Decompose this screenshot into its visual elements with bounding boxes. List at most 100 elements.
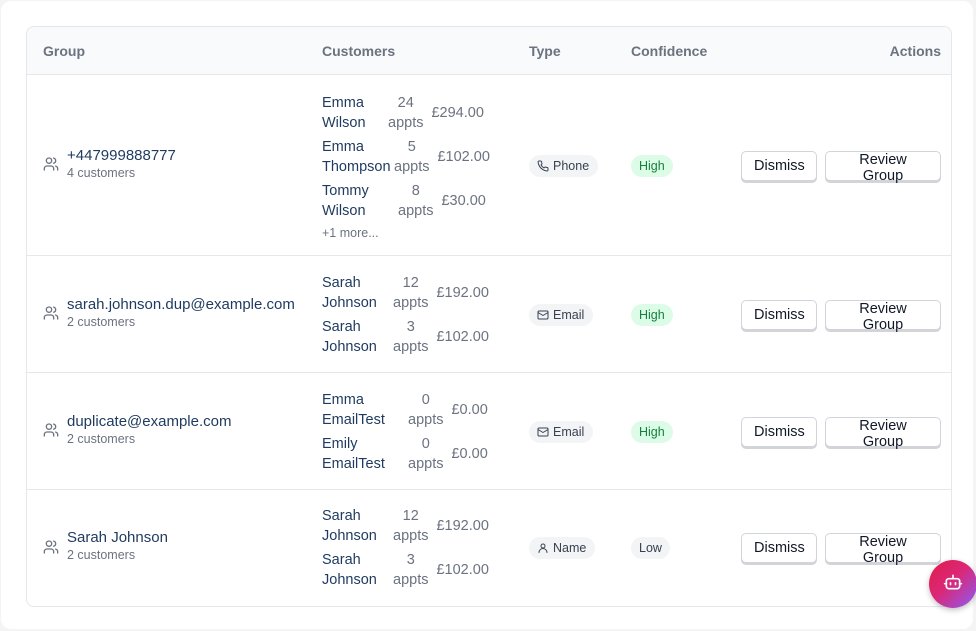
customer-name[interactable]: Sarah Johnson — [322, 550, 393, 590]
customer-last-name: Johnson — [322, 295, 377, 311]
customer-last-name: EmailTest — [322, 412, 385, 428]
group-name[interactable]: sarah.johnson.dup@example.com — [67, 296, 295, 314]
customer-first-name: Sarah — [322, 275, 361, 291]
customer-appts: 24 appts — [388, 93, 423, 133]
customer-list: Sarah Johnson 12 appts £192.00 Sarah Joh… — [322, 273, 489, 361]
customer-amount: £102.00 — [436, 562, 489, 578]
customer-appts: 3 appts — [393, 317, 428, 357]
customer-last-name: Wilson — [322, 115, 366, 131]
customer-item: Emily EmailTest 0 appts £0.00 — [322, 434, 488, 474]
customer-amount: £30.00 — [441, 193, 486, 209]
group-cell: +447999888777 4 customers — [43, 147, 176, 182]
table-body: +447999888777 4 customers Emma Wilson 24… — [27, 75, 951, 606]
duplicate-groups-table: Group Customers Type Confidence Actions … — [26, 26, 952, 607]
header-type: Type — [529, 43, 561, 59]
customer-first-name: Tommy — [322, 183, 369, 199]
review-group-button[interactable]: Review Group — [825, 533, 941, 566]
appts-count: 3 — [406, 552, 415, 568]
customer-amount: £294.00 — [431, 105, 484, 121]
appts-count: 0 — [421, 392, 430, 408]
appts-count: 0 — [421, 436, 430, 452]
type-label: Phone — [553, 158, 590, 173]
users-icon — [43, 422, 59, 438]
group-info: duplicate@example.com 2 customers — [67, 413, 231, 448]
review-group-button[interactable]: Review Group — [825, 299, 941, 333]
customer-item: Sarah Johnson 12 appts £192.00 — [322, 273, 489, 313]
appts-label: appts — [408, 456, 444, 472]
confidence-badge: High — [631, 154, 673, 177]
customer-item: Sarah Johnson 12 appts £192.00 — [322, 506, 489, 546]
customer-name[interactable]: Sarah Johnson — [322, 317, 393, 357]
customer-appts: 12 appts — [393, 506, 428, 546]
review-group-button[interactable]: Review Group — [825, 150, 941, 184]
confidence-badge: High — [631, 420, 673, 443]
group-name[interactable]: duplicate@example.com — [67, 413, 231, 431]
dismiss-button[interactable]: Dismiss — [741, 299, 817, 330]
more-customers-link[interactable]: +1 more... — [322, 225, 490, 241]
review-group-button[interactable]: Review Group — [825, 416, 941, 450]
appts-count: 12 — [402, 508, 419, 524]
appts-label: appts — [394, 159, 430, 175]
customer-list: Sarah Johnson 12 appts £192.00 Sarah Joh… — [322, 506, 489, 594]
customer-first-name: Sarah — [322, 552, 361, 568]
customer-amount: £102.00 — [437, 149, 490, 165]
customer-list: Emma EmailTest 0 appts £0.00 Emily Email… — [322, 390, 488, 478]
customer-item: Sarah Johnson 3 appts £102.00 — [322, 317, 489, 357]
customer-name[interactable]: Emma Thompson — [322, 137, 394, 177]
header-customers: Customers — [322, 43, 396, 59]
group-cell: sarah.johnson.dup@example.com 2 customer… — [43, 296, 295, 331]
assistant-fab-button[interactable] — [929, 560, 976, 608]
appts-label: appts — [393, 339, 429, 355]
table-header: Group Customers Type Confidence Actions — [27, 27, 951, 75]
customer-appts: 5 appts — [394, 137, 429, 177]
group-cell: Sarah Johnson 2 customers — [43, 529, 168, 564]
dismiss-button[interactable]: Dismiss — [741, 533, 817, 563]
dismiss-button[interactable]: Dismiss — [741, 150, 817, 181]
customer-item: Emma Thompson 5 appts £102.00 — [322, 137, 490, 177]
appts-count: 8 — [411, 183, 420, 199]
group-info: +447999888777 4 customers — [67, 147, 176, 182]
customer-last-name: Wilson — [322, 203, 366, 219]
group-count: 2 customers — [67, 548, 136, 562]
appts-count: 5 — [407, 139, 416, 155]
customer-first-name: Emma — [322, 95, 364, 111]
group-count: 2 customers — [67, 431, 136, 446]
customer-amount: £102.00 — [436, 329, 489, 345]
appts-count: 12 — [402, 275, 419, 291]
appts-label: appts — [393, 572, 429, 588]
table-row: duplicate@example.com 2 customers Emma E… — [27, 373, 951, 490]
customer-last-name: EmailTest — [322, 456, 385, 472]
dismiss-button[interactable]: Dismiss — [741, 416, 817, 447]
type-label: Name — [553, 541, 587, 555]
type-badge: Email — [529, 420, 594, 443]
header-actions: Actions — [889, 43, 941, 59]
customer-name[interactable]: Emma EmailTest — [322, 390, 408, 430]
customer-last-name: Thompson — [322, 159, 391, 175]
customer-amount: £192.00 — [436, 285, 489, 301]
type-badge: Phone — [529, 154, 599, 177]
confidence-badge: Low — [631, 537, 670, 559]
users-icon — [43, 156, 59, 172]
customer-name[interactable]: Sarah Johnson — [322, 506, 393, 546]
appts-label: appts — [398, 203, 434, 219]
customer-name[interactable]: Tommy Wilson — [322, 181, 398, 221]
customer-name[interactable]: Emma Wilson — [322, 93, 388, 133]
customer-appts: 3 appts — [393, 550, 428, 590]
group-name[interactable]: +447999888777 — [67, 147, 176, 165]
type-label: Email — [553, 307, 585, 322]
customer-name[interactable]: Emily EmailTest — [322, 434, 408, 474]
header-confidence: Confidence — [631, 43, 708, 59]
table-row: Sarah Johnson 2 customers Sarah Johnson … — [27, 490, 951, 606]
confidence-badge: High — [631, 303, 673, 326]
appts-label: appts — [408, 412, 444, 428]
customer-last-name: Johnson — [322, 339, 377, 355]
group-name[interactable]: Sarah Johnson — [67, 529, 168, 547]
customer-amount: £0.00 — [451, 402, 488, 418]
appts-count: 24 — [397, 95, 414, 111]
mail-icon — [537, 309, 549, 321]
customer-first-name: Sarah — [322, 319, 361, 335]
group-cell: duplicate@example.com 2 customers — [43, 413, 231, 448]
customer-name[interactable]: Sarah Johnson — [322, 273, 393, 313]
group-count: 4 customers — [67, 165, 136, 180]
customer-last-name: Johnson — [322, 528, 377, 544]
